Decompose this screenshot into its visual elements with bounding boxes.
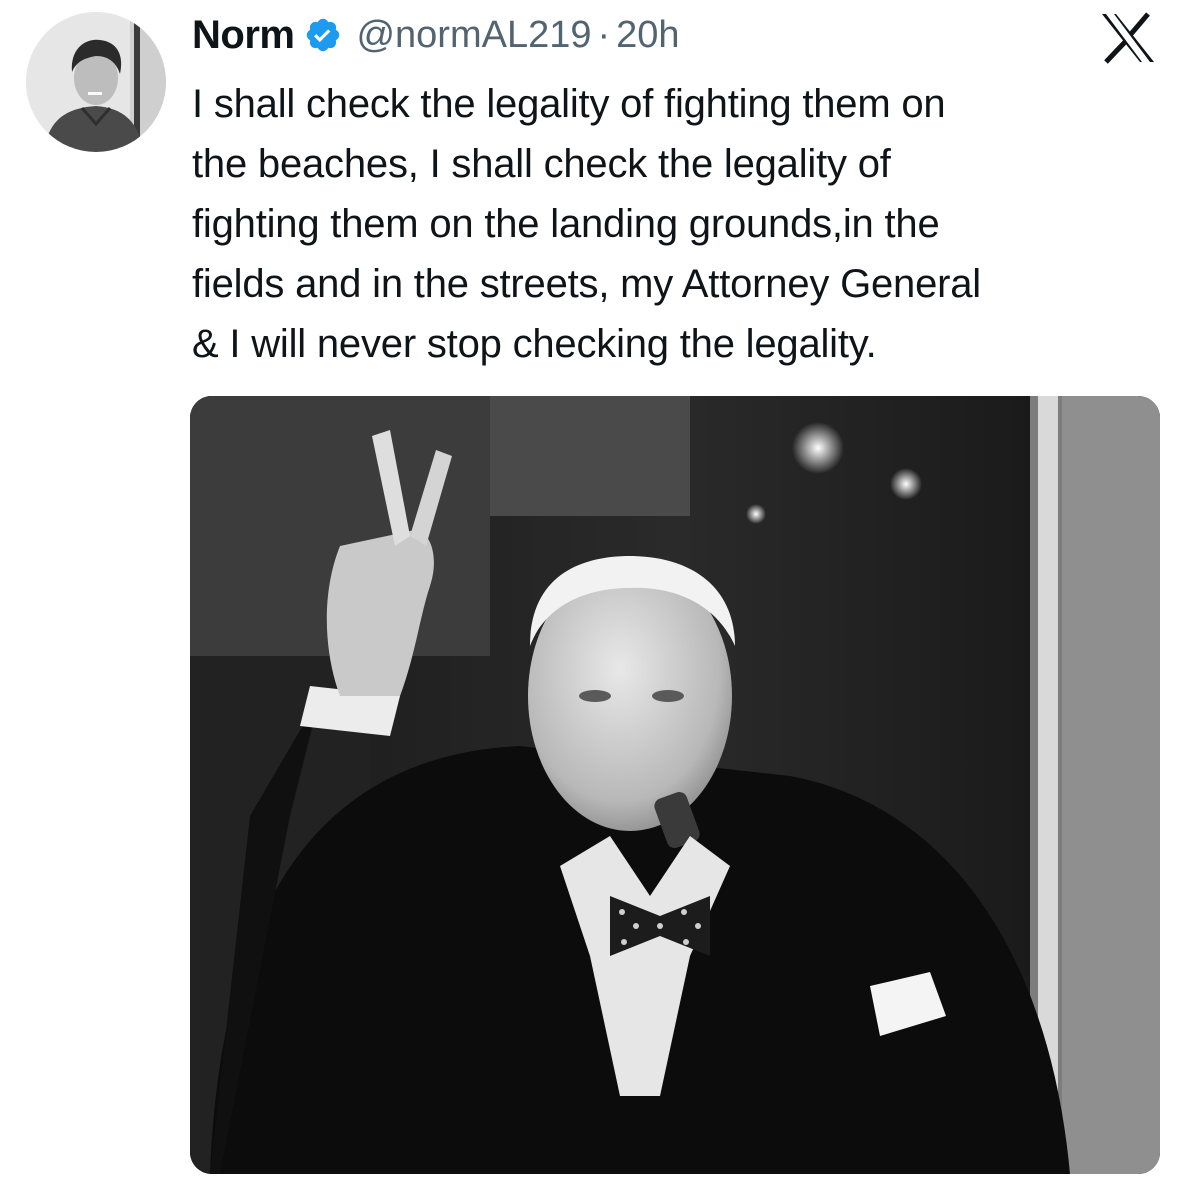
author-display-name[interactable]: Norm — [192, 13, 295, 58]
author-avatar[interactable] — [26, 12, 166, 152]
author-handle[interactable]: @normAL219 — [356, 14, 591, 57]
x-logo-icon — [1098, 12, 1158, 64]
avatar-photo — [26, 12, 166, 152]
tweet-text: I shall check the legality of fighting t… — [192, 82, 981, 366]
tweet-media-photo[interactable] — [190, 396, 1160, 1174]
tweet-header: Norm @normAL219 · 20h — [192, 10, 680, 60]
header-separator: · — [597, 13, 611, 56]
verified-badge-icon — [304, 16, 342, 54]
photo-image — [190, 396, 1160, 1174]
tweet-timestamp[interactable]: 20h — [616, 14, 679, 57]
